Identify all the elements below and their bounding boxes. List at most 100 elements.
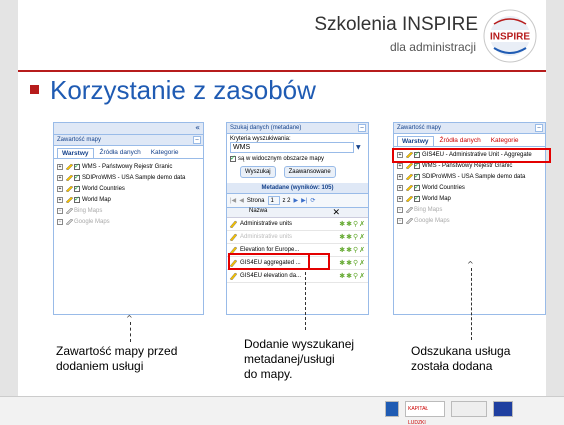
caption-before: Zawartość mapy przed dodaniem usługi	[56, 344, 178, 373]
result-actions[interactable]: ✱✱⚲✗	[339, 246, 368, 254]
page-input[interactable]: 1	[267, 196, 280, 205]
tab-layers[interactable]: Warstwy	[57, 148, 94, 158]
layer-label: Google Maps	[74, 218, 110, 225]
tab-categories[interactable]: Kategorie	[487, 136, 523, 146]
layer-edit-icon[interactable]	[405, 184, 413, 191]
results-header: Metadane (wyników: 105)	[227, 183, 368, 194]
right-margin	[546, 0, 564, 425]
close-icon[interactable]: ✕	[332, 207, 340, 218]
layer-edit-icon[interactable]	[65, 207, 73, 214]
refresh-icon[interactable]: ⟳	[310, 197, 315, 204]
result-row[interactable]: Administrative units ✱✱⚲✗	[227, 231, 368, 244]
layer-row[interactable]: + World Countries	[54, 183, 203, 194]
layer-edit-icon[interactable]	[65, 185, 73, 192]
result-type-icon	[229, 272, 237, 280]
minimize-button[interactable]: –	[535, 124, 543, 132]
layer-row[interactable]: + SDIProWMS - USA Sample demo data	[54, 172, 203, 183]
layer-row[interactable]: + SDIProWMS - USA Sample demo data	[394, 171, 545, 182]
layer-edit-icon[interactable]	[65, 174, 73, 181]
column-name[interactable]: Nazwa	[249, 208, 267, 214]
layer-visibility-checkbox[interactable]	[414, 172, 420, 180]
next-page-icon[interactable]: ▶	[294, 197, 299, 204]
layer-edit-icon[interactable]	[405, 217, 413, 224]
result-name: Administrative units	[240, 234, 293, 240]
tab-data-sources[interactable]: Źródła danych	[96, 148, 145, 158]
expand-icon[interactable]: +	[397, 184, 403, 191]
layer-edit-icon[interactable]	[405, 195, 413, 202]
slide: Szkolenia INSPIRE dla administracji INSP…	[0, 0, 564, 425]
minimize-button[interactable]: –	[193, 136, 201, 144]
layer-row[interactable]: + World Countries	[394, 182, 545, 193]
slide-header: Szkolenia INSPIRE dla administracji INSP…	[18, 0, 546, 70]
expand-icon[interactable]: +	[57, 196, 63, 203]
layer-visibility-checkbox[interactable]	[74, 162, 80, 170]
prev-page-icon[interactable]: ◀	[239, 197, 244, 204]
advanced-button[interactable]: Zaawansowane	[283, 166, 336, 178]
layer-edit-icon[interactable]	[405, 173, 413, 180]
first-page-icon[interactable]: |◀	[230, 197, 236, 204]
result-actions[interactable]: ✱✱⚲✗	[339, 220, 368, 228]
expand-icon[interactable]: +	[57, 218, 63, 225]
layer-label: World Map	[82, 196, 111, 203]
expand-icon[interactable]: +	[397, 173, 403, 180]
panel-title: Szukaj danych (metadane)	[230, 125, 302, 131]
footer-logo-eu	[493, 401, 513, 417]
layer-visibility-checkbox[interactable]	[414, 161, 420, 169]
layer-edit-icon[interactable]	[405, 206, 413, 213]
results-title: Metadane (wyników: 105)	[261, 185, 334, 191]
layer-label: Bing Maps	[74, 207, 103, 214]
result-row[interactable]: GIS4EU elevation da... ✱✱⚲✗	[227, 270, 368, 283]
result-actions[interactable]: ✱✱⚲✗	[339, 272, 368, 280]
visible-area-checkbox[interactable]	[230, 154, 236, 162]
connector-left	[130, 322, 131, 342]
layer-row[interactable]: + World Map	[394, 193, 545, 204]
expand-icon[interactable]: +	[397, 162, 403, 169]
last-page-icon[interactable]: ▶|	[301, 197, 307, 204]
expand-icon[interactable]: +	[397, 206, 403, 213]
layer-visibility-checkbox[interactable]	[414, 183, 420, 191]
expand-icon[interactable]: +	[57, 185, 63, 192]
layer-label: WMS - Państwowy Rejestr Granic	[82, 163, 173, 170]
collapse-button[interactable]: «	[195, 123, 200, 132]
layer-row[interactable]: + WMS - Państwowy Rejestr Granic	[54, 161, 203, 172]
result-actions[interactable]: ✱✱⚲✗	[339, 233, 368, 241]
result-row[interactable]: Administrative units ✱✱⚲✗	[227, 218, 368, 231]
highlight-add-action	[308, 253, 330, 270]
result-actions[interactable]: ✱✱⚲✗	[339, 259, 368, 267]
dropdown-icon[interactable]: ▼	[356, 144, 361, 151]
pager: |◀ ◀ Strona 1 z 2 ▶ ▶| ⟳	[227, 194, 368, 208]
footer-logos: KAPITAŁ LUDZKI	[385, 401, 513, 425]
tab-data-sources[interactable]: Źródła danych	[436, 136, 485, 146]
layer-edit-icon[interactable]	[405, 162, 413, 169]
layer-edit-icon[interactable]	[65, 218, 73, 225]
pager-label: Strona	[246, 197, 265, 204]
caption-add: Dodanie wyszukanej metadanej/usługi do map…	[244, 337, 355, 381]
layer-label: SDIProWMS - USA Sample demo data	[82, 174, 186, 181]
criteria-input[interactable]: WMS	[230, 142, 354, 153]
layer-visibility-checkbox[interactable]	[74, 184, 80, 192]
layer-visibility-checkbox[interactable]	[414, 194, 420, 202]
layer-row[interactable]: + Bing Maps	[394, 204, 545, 215]
layer-row[interactable]: + Google Maps	[54, 216, 203, 227]
layer-row[interactable]: + Bing Maps	[54, 205, 203, 216]
grid-header: Nazwa ✕	[227, 207, 368, 218]
layer-row[interactable]: + World Map	[54, 194, 203, 205]
tab-layers[interactable]: Warstwy	[397, 136, 434, 146]
result-name: Administrative units	[240, 221, 293, 227]
result-type-icon	[229, 220, 237, 228]
minimize-button[interactable]: –	[358, 124, 366, 132]
expand-icon[interactable]: +	[57, 174, 63, 181]
panel-title: Zawartość mapy	[57, 137, 102, 143]
expand-icon[interactable]: +	[57, 207, 63, 214]
visible-area-label: są w widocznym obszarze mapy	[238, 156, 325, 162]
layer-edit-icon[interactable]	[65, 196, 73, 203]
search-button[interactable]: Wyszukaj	[240, 166, 276, 178]
layer-visibility-checkbox[interactable]	[74, 173, 80, 181]
layer-row[interactable]: + Google Maps	[394, 215, 545, 226]
expand-icon[interactable]: +	[397, 195, 403, 202]
expand-icon[interactable]: +	[57, 163, 63, 170]
expand-icon[interactable]: +	[397, 217, 403, 224]
layer-edit-icon[interactable]	[65, 163, 73, 170]
tab-categories[interactable]: Kategorie	[147, 148, 183, 158]
layer-visibility-checkbox[interactable]	[74, 195, 80, 203]
